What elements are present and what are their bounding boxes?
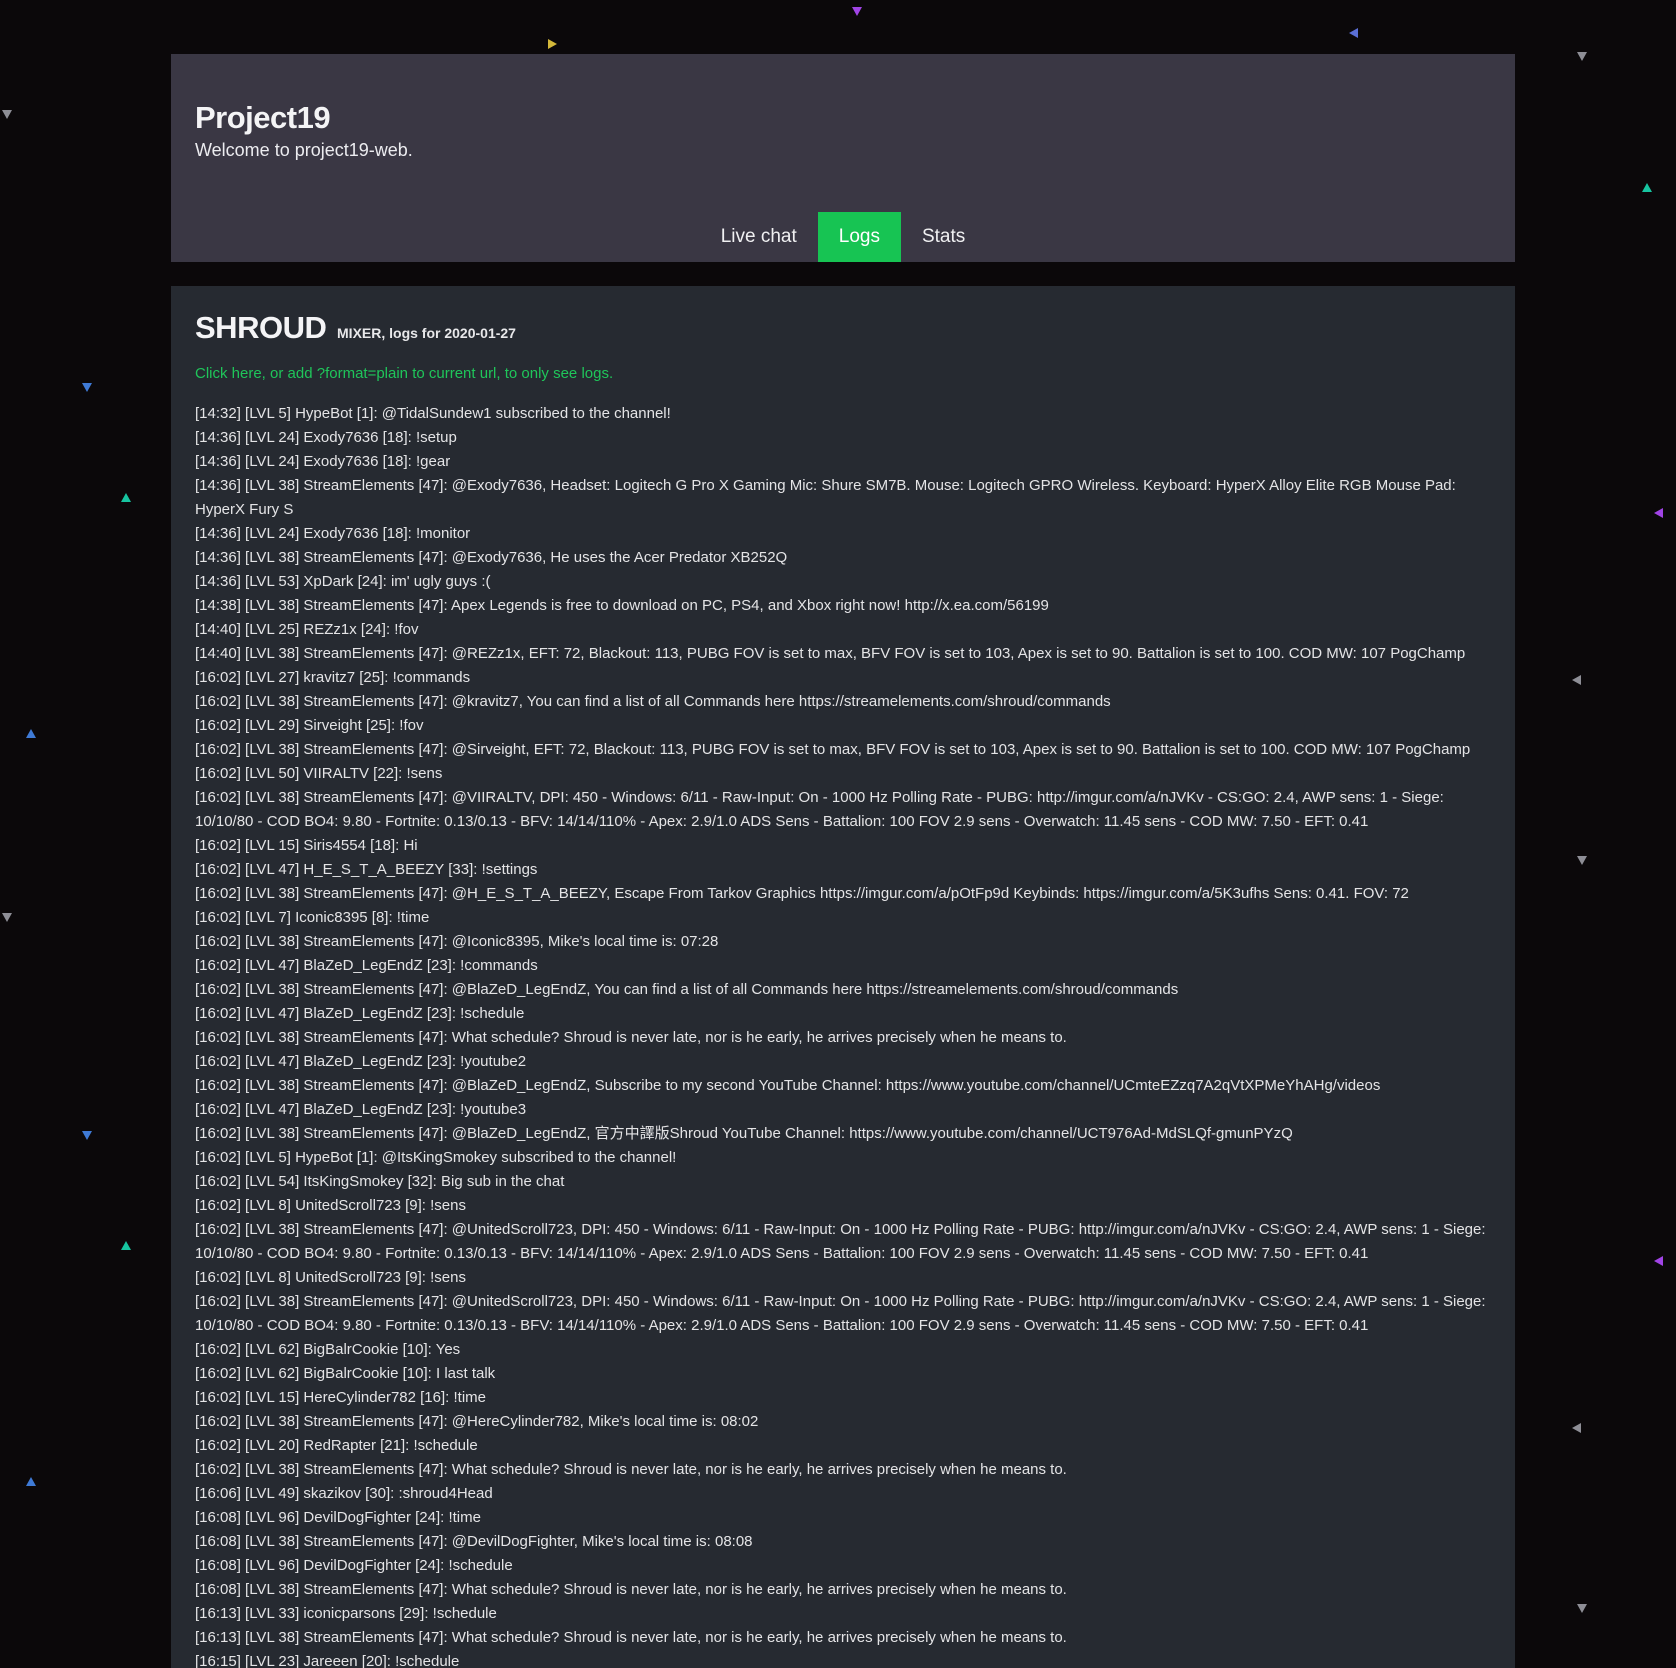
page: Project19 Welcome to project19-web. Live… (0, 0, 1676, 1668)
log-line: [14:40] [LVL 38] StreamElements [47]: @R… (195, 645, 1466, 662)
plain-format-link[interactable]: Click here, or add ?format=plain to curr… (195, 365, 613, 382)
confetti-triangle-icon (1572, 1423, 1581, 1433)
tab-logs[interactable]: Logs (817, 212, 901, 262)
log-line: [16:02] [LVL 38] StreamElements [47]: @U… (195, 1293, 1486, 1334)
log-line: [16:02] [LVL 38] StreamElements [47]: @U… (195, 1221, 1486, 1262)
log-line: [16:06] [LVL 49] skazikov [30]: :shroud4… (195, 1485, 493, 1502)
log-line: [16:02] [LVL 62] BigBalrCookie [10]: I l… (195, 1365, 496, 1382)
log-line: [16:02] [LVL 38] StreamElements [47]: Wh… (195, 1461, 1067, 1478)
confetti-triangle-icon (1572, 675, 1581, 685)
logs-heading: SHROUD MIXER, logs for 2020-01-27 (195, 310, 516, 346)
log-line: [16:02] [LVL 47] BlaZeD_LegEndZ [23]: !s… (195, 1005, 525, 1022)
log-line: [16:13] [LVL 33] iconicparsons [29]: !sc… (195, 1605, 497, 1622)
confetti-triangle-icon (548, 39, 557, 49)
log-line: [14:38] [LVL 38] StreamElements [47]: Ap… (195, 597, 1049, 614)
log-line: [16:02] [LVL 8] UnitedScroll723 [9]: !se… (195, 1269, 466, 1286)
log-line: [16:02] [LVL 50] VIIRALTV [22]: !sens (195, 765, 443, 782)
site-title: Project19 (195, 100, 331, 135)
log-line: [16:02] [LVL 38] StreamElements [47]: @B… (195, 1077, 1381, 1094)
confetti-triangle-icon (26, 729, 36, 738)
log-line: [16:02] [LVL 29] Sirveight [25]: !fov (195, 717, 424, 734)
confetti-triangle-icon (2, 913, 12, 922)
confetti-triangle-icon (1654, 1256, 1663, 1266)
confetti-triangle-icon (2, 110, 12, 119)
tab-stats[interactable]: Stats (901, 212, 986, 262)
log-line: [16:08] [LVL 38] StreamElements [47]: @D… (195, 1533, 753, 1550)
log-line: [14:36] [LVL 38] StreamElements [47]: @E… (195, 477, 1456, 518)
log-line: [14:36] [LVL 24] Exody7636 [18]: !gear (195, 453, 451, 470)
confetti-triangle-icon (1349, 28, 1358, 38)
log-line: [16:02] [LVL 8] UnitedScroll723 [9]: !se… (195, 1197, 466, 1214)
log-line: [14:40] [LVL 25] REZz1x [24]: !fov (195, 621, 419, 638)
confetti-triangle-icon (121, 1241, 131, 1250)
log-line: [16:02] [LVL 62] BigBalrCookie [10]: Yes (195, 1341, 461, 1358)
confetti-triangle-icon (26, 1477, 36, 1486)
log-line: [14:36] [LVL 53] XpDark [24]: im' ugly g… (195, 573, 491, 590)
confetti-triangle-icon (1577, 856, 1587, 865)
log-line: [16:02] [LVL 38] StreamElements [47]: @B… (195, 1125, 1293, 1142)
site-subtitle: Welcome to project19-web. (195, 140, 413, 160)
log-line: [16:02] [LVL 38] StreamElements [47]: @B… (195, 981, 1179, 998)
confetti-triangle-icon (82, 383, 92, 392)
log-line: [16:15] [LVL 23] Jareeen [20]: !schedule (195, 1653, 460, 1668)
log-line: [16:02] [LVL 47] BlaZeD_LegEndZ [23]: !y… (195, 1101, 527, 1118)
log-line: [16:02] [LVL 38] StreamElements [47]: @H… (195, 1413, 759, 1430)
log-line: [16:02] [LVL 38] StreamElements [47]: @I… (195, 933, 719, 950)
log-line: [16:02] [LVL 27] kravitz7 [25]: !command… (195, 669, 471, 686)
log-line: [16:02] [LVL 38] StreamElements [47]: @H… (195, 885, 1409, 902)
confetti-triangle-icon (1577, 1604, 1587, 1613)
tab-live-chat[interactable]: Live chat (700, 212, 818, 262)
log-line: [16:02] [LVL 38] StreamElements [47]: @V… (195, 789, 1444, 830)
log-line: [14:36] [LVL 24] Exody7636 [18]: !monito… (195, 525, 471, 542)
log-line: [16:02] [LVL 15] HereCylinder782 [16]: !… (195, 1389, 486, 1406)
log-line: [16:02] [LVL 15] Siris4554 [18]: Hi (195, 837, 418, 854)
log-line: [14:36] [LVL 38] StreamElements [47]: @E… (195, 549, 788, 566)
log-line: [16:02] [LVL 7] Iconic8395 [8]: !time (195, 909, 430, 926)
log-line: [14:36] [LVL 24] Exody7636 [18]: !setup (195, 429, 457, 446)
channel-name: SHROUD (195, 310, 327, 345)
log-line: [16:13] [LVL 38] StreamElements [47]: Wh… (195, 1629, 1067, 1646)
confetti-triangle-icon (1577, 52, 1587, 61)
log-line: [16:02] [LVL 5] HypeBot [1]: @ItsKingSmo… (195, 1149, 677, 1166)
main-nav: Live chat Logs Stats (171, 212, 1515, 262)
log-list: [14:32] [LVL 5] HypeBot [1]: @TidalSunde… (195, 402, 1495, 1668)
logs-meta: MIXER, logs for 2020-01-27 (337, 325, 516, 341)
log-line: [16:02] [LVL 38] StreamElements [47]: @k… (195, 693, 1111, 710)
confetti-triangle-icon (82, 1131, 92, 1140)
log-line: [16:02] [LVL 47] BlaZeD_LegEndZ [23]: !y… (195, 1053, 527, 1070)
confetti-triangle-icon (1642, 183, 1652, 192)
confetti-triangle-icon (1654, 508, 1663, 518)
log-line: [16:02] [LVL 47] H_E_S_T_A_BEEZY [33]: !… (195, 861, 538, 878)
log-line: [14:32] [LVL 5] HypeBot [1]: @TidalSunde… (195, 405, 671, 422)
confetti-triangle-icon (852, 7, 862, 16)
log-line: [16:02] [LVL 20] RedRapter [21]: !schedu… (195, 1437, 478, 1454)
log-line: [16:08] [LVL 38] StreamElements [47]: Wh… (195, 1581, 1067, 1598)
site-header: Project19 Welcome to project19-web. Live… (171, 54, 1515, 262)
log-line: [16:02] [LVL 47] BlaZeD_LegEndZ [23]: !c… (195, 957, 538, 974)
log-line: [16:02] [LVL 54] ItsKingSmokey [32]: Big… (195, 1173, 565, 1190)
log-line: [16:02] [LVL 38] StreamElements [47]: Wh… (195, 1029, 1067, 1046)
log-line: [16:08] [LVL 96] DevilDogFighter [24]: !… (195, 1509, 481, 1526)
log-line: [16:08] [LVL 96] DevilDogFighter [24]: !… (195, 1557, 513, 1574)
confetti-triangle-icon (121, 493, 131, 502)
log-line: [16:02] [LVL 38] StreamElements [47]: @S… (195, 741, 1471, 758)
logs-panel: SHROUD MIXER, logs for 2020-01-27 Click … (171, 286, 1515, 1668)
